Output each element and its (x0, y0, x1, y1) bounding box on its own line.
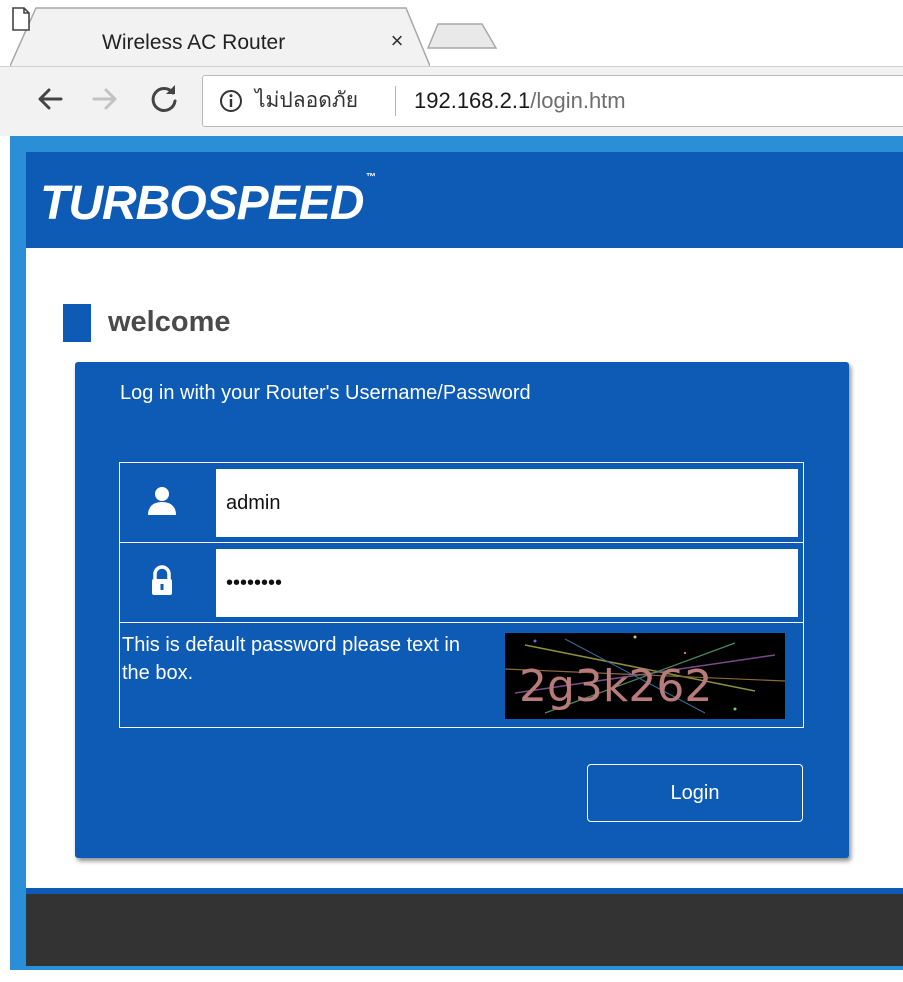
close-icon[interactable]: × (384, 28, 410, 54)
user-icon (148, 487, 176, 515)
info-icon[interactable] (219, 89, 243, 113)
page-title: welcome (108, 306, 231, 338)
new-tab-button[interactable] (424, 16, 504, 66)
address-bar[interactable]: ไม่ปลอดภัย 192.168.2.1/login.htm (202, 75, 903, 127)
captcha-text: 2g3k262 (519, 661, 712, 712)
login-button[interactable]: Login (587, 764, 803, 822)
url-host: 192.168.2.1 (414, 88, 531, 113)
login-form: This is default password please text in … (119, 462, 804, 728)
captcha-row: This is default password please text in … (120, 623, 803, 727)
captcha-hint: This is default password please text in … (122, 634, 460, 684)
browser-tab-active[interactable]: Wireless AC Router × (10, 6, 430, 66)
welcome-marker (63, 304, 91, 342)
page-content: welcome Log in with your Router's Userna… (26, 248, 903, 888)
reload-icon[interactable] (146, 81, 182, 117)
username-row (120, 463, 803, 543)
url-text[interactable]: 192.168.2.1/login.htm (414, 88, 626, 114)
logo-trademark: ™ (366, 172, 376, 183)
turbospeed-logo: TURBOSPEED (40, 177, 364, 230)
page-footer (26, 894, 903, 966)
captcha-image[interactable]: 2g3k262 (505, 633, 785, 719)
password-input[interactable] (216, 549, 798, 617)
browser-toolbar: ไม่ปลอดภัย 192.168.2.1/login.htm (0, 66, 903, 136)
lock-icon (152, 565, 172, 595)
browser-tab-strip: Wireless AC Router × (0, 0, 903, 66)
tab-title: Wireless AC Router (102, 31, 286, 54)
new-tab-shape (426, 23, 498, 49)
login-panel-title: Log in with your Router's Username/Passw… (120, 382, 531, 404)
back-arrow-icon[interactable] (33, 81, 69, 117)
forward-arrow-icon[interactable] (86, 81, 122, 117)
username-input[interactable] (216, 469, 798, 537)
security-label[interactable]: ไม่ปลอดภัย (255, 88, 358, 114)
url-path: /login.htm (530, 88, 626, 113)
router-page: TURBOSPEED ™ welcome Log in with your Ro… (0, 136, 903, 982)
address-separator (395, 86, 396, 116)
page-icon (12, 7, 30, 31)
password-row (120, 543, 803, 623)
page-header: TURBOSPEED ™ (26, 152, 903, 248)
login-panel: Log in with your Router's Username/Passw… (75, 362, 849, 858)
